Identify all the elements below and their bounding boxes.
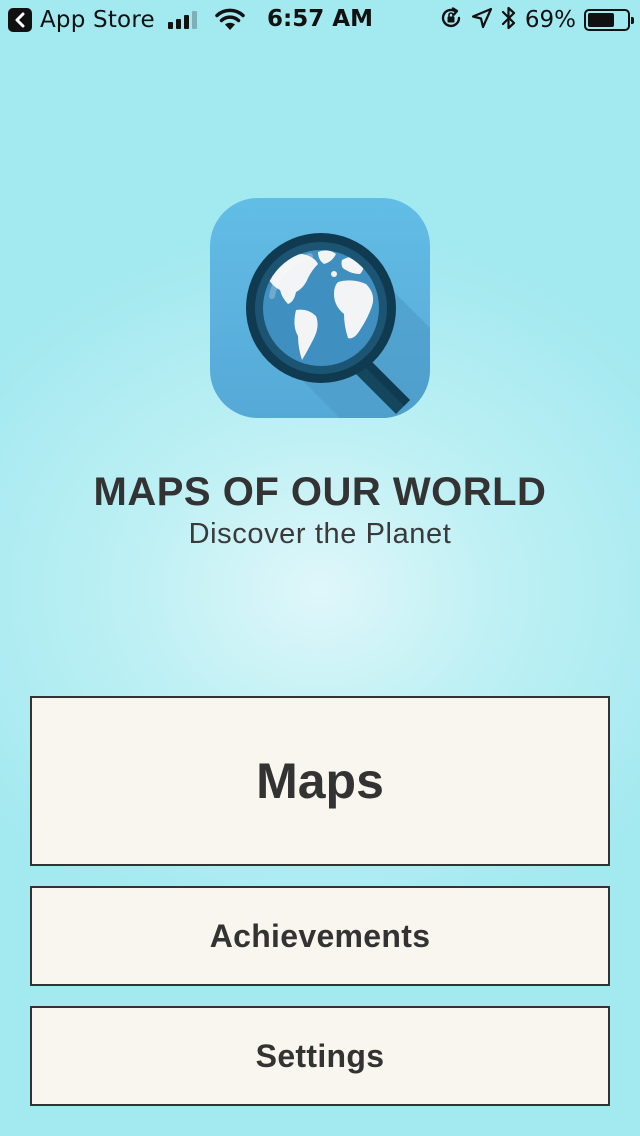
- maps-button[interactable]: Maps: [30, 696, 610, 866]
- settings-button-label: Settings: [255, 1037, 385, 1074]
- battery-percent: 69%: [524, 7, 576, 33]
- app-title: MAPS OF OUR WORLD: [93, 470, 547, 514]
- bluetooth-icon: [501, 5, 517, 35]
- location-arrow-icon: [471, 7, 493, 33]
- battery-icon: [584, 9, 634, 31]
- maps-button-label: Maps: [256, 753, 384, 809]
- rotation-lock-icon: [439, 6, 463, 34]
- status-right-group: 69%: [439, 5, 634, 35]
- achievements-button-label: Achievements: [209, 917, 431, 954]
- globe-magnifier-icon: [210, 198, 430, 418]
- achievements-button[interactable]: Achievements: [30, 886, 610, 986]
- app-subtitle: Discover the Planet: [188, 518, 452, 550]
- settings-button[interactable]: Settings: [30, 1006, 610, 1106]
- battery-level: [588, 13, 615, 27]
- status-bar: App Store 6:57 AM 69%: [0, 0, 640, 40]
